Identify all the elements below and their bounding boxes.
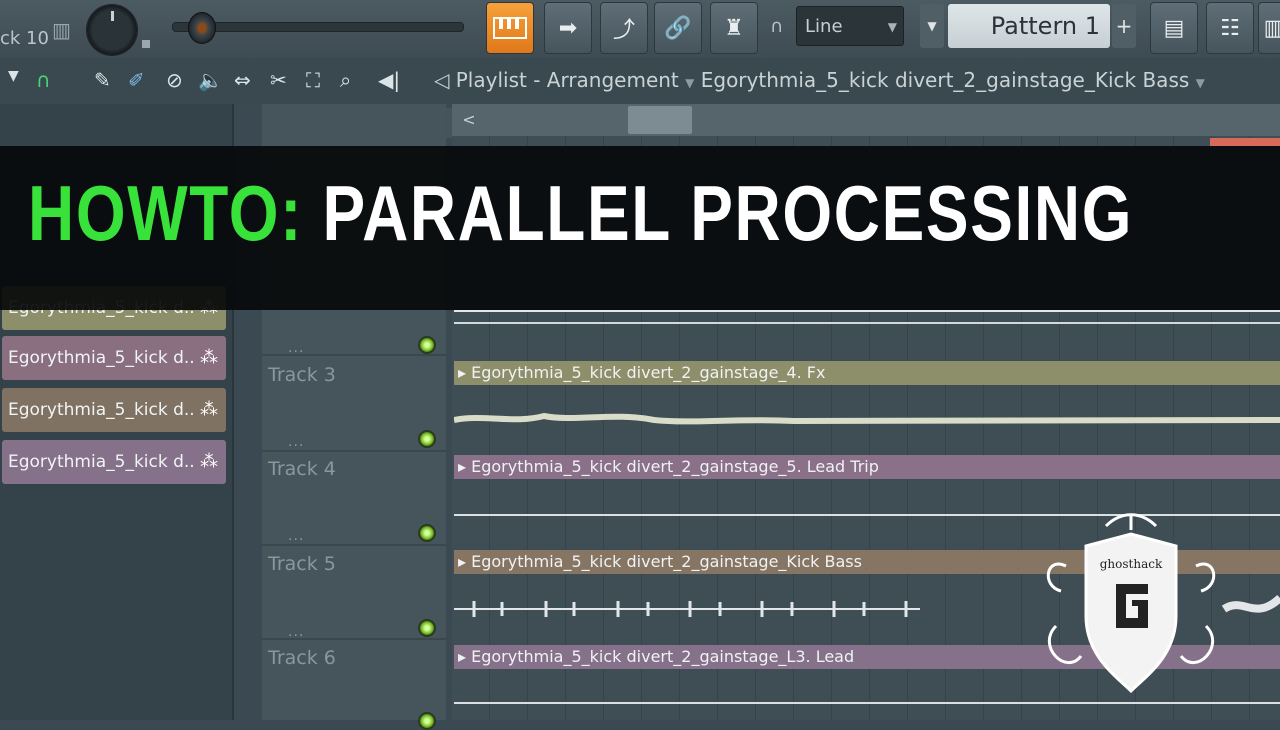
knob-indicator-icon bbox=[142, 40, 150, 48]
chevron-left-icon: < bbox=[462, 110, 476, 129]
breadcrumb: ◁ Playlist - Arrangement ▼ Egorythmia_5_… bbox=[434, 68, 1205, 92]
scrollbar-thumb[interactable] bbox=[628, 106, 692, 134]
playlist-clip[interactable]: ▸ Egorythmia_5_kick divert_2_gainstage_5… bbox=[454, 455, 1280, 479]
horizontal-scrollbar[interactable] bbox=[452, 104, 1280, 136]
arrow-right-icon: ➡ bbox=[558, 15, 578, 41]
chevron-down-icon: ▼ bbox=[1195, 76, 1205, 90]
curve-icon: ⤴ bbox=[612, 18, 635, 43]
chevron-down-icon: ▼ bbox=[927, 19, 937, 33]
clip-source-label: Egorythmia_5_kick d.. bbox=[8, 400, 195, 420]
track-divider bbox=[262, 544, 446, 546]
playlist-window-button[interactable]: ▤ bbox=[1150, 2, 1198, 54]
playback-icon[interactable]: ◀| bbox=[378, 68, 400, 92]
stamp-button[interactable]: ♜ bbox=[710, 2, 758, 54]
master-volume-knob[interactable] bbox=[86, 4, 138, 56]
track-enable-led[interactable] bbox=[418, 430, 436, 448]
clip-title: Egorythmia_5_kick divert_2_gainstage_5. … bbox=[471, 457, 879, 476]
delete-icon[interactable]: ⊘ bbox=[166, 68, 183, 92]
chevron-down-icon: ▼ bbox=[685, 76, 695, 90]
pattern-name: Pattern 1 bbox=[990, 12, 1100, 40]
banner-accent-text: HOWTO: bbox=[28, 169, 304, 257]
channel-rack-button[interactable]: ☷ bbox=[1206, 2, 1254, 54]
mixer-icon[interactable]: ▥ bbox=[52, 18, 71, 42]
pattern-menu-button[interactable]: ▼ bbox=[920, 4, 944, 48]
slip-icon[interactable]: ⇔ bbox=[234, 68, 251, 92]
mute-icon[interactable]: 🔈 bbox=[198, 68, 223, 92]
clip-menu-icon: ▸ bbox=[458, 647, 472, 666]
track-enable-led[interactable] bbox=[418, 619, 436, 637]
track-grip[interactable]: ... bbox=[288, 340, 304, 356]
stamp-icon: ♜ bbox=[724, 15, 744, 41]
add-pattern-button[interactable]: + bbox=[1112, 4, 1136, 48]
track-name[interactable]: Track 5 bbox=[268, 553, 336, 575]
piano-roll-snap-button[interactable] bbox=[486, 2, 534, 54]
mixer-bars-icon: ▥ bbox=[1263, 15, 1280, 41]
keyboard-icon bbox=[493, 17, 527, 39]
clip-title: Egorythmia_5_kick divert_2_gainstage_L3.… bbox=[471, 647, 855, 666]
logo-text: ghosthack bbox=[1100, 557, 1163, 571]
clip-title: Egorythmia_5_kick divert_2_gainstage_4. … bbox=[471, 363, 826, 382]
pattern-selector[interactable]: Pattern 1 bbox=[948, 4, 1110, 48]
chevron-down-icon: ▼ bbox=[887, 20, 897, 34]
link-button[interactable]: 🔗 bbox=[654, 2, 702, 54]
paint-icon[interactable]: ✐ bbox=[128, 68, 145, 92]
clip-waveform bbox=[454, 412, 1280, 425]
clip-source-item[interactable]: Egorythmia_5_kick d..⁂ bbox=[2, 388, 226, 432]
breadcrumb-pattern[interactable]: Egorythmia_5_kick divert_2_gainstage_Kic… bbox=[701, 68, 1190, 92]
pencil-icon[interactable]: ✎ bbox=[94, 68, 111, 92]
waveform-icon: ⁂ bbox=[200, 399, 218, 420]
waveform-icon: ⁂ bbox=[200, 347, 218, 368]
select-icon[interactable]: ⛶ bbox=[306, 68, 320, 92]
magnet-icon[interactable]: ∩ bbox=[770, 16, 783, 37]
snap-mode-select[interactable]: Line ▼ bbox=[796, 6, 904, 46]
channel-rack-icon: ☷ bbox=[1220, 15, 1240, 41]
playlist-icon: ▤ bbox=[1163, 15, 1185, 41]
speaker-icon: ◁ bbox=[434, 68, 450, 92]
clip-source-label: Egorythmia_5_kick d.. bbox=[8, 348, 195, 368]
snap-mode-value: Line bbox=[805, 16, 843, 37]
track-divider bbox=[262, 450, 446, 452]
banner-title: HOWTO: PARALLEL PROCESSING bbox=[28, 168, 1133, 259]
clip-title: Egorythmia_5_kick divert_2_gainstage_Kic… bbox=[471, 552, 862, 571]
clip-menu-icon: ▸ bbox=[458, 363, 472, 382]
slice-icon[interactable]: ✂ bbox=[270, 68, 287, 92]
menu-arrow-icon[interactable]: ▼ bbox=[8, 68, 19, 84]
track-grip[interactable]: ... bbox=[288, 434, 304, 450]
track-enable-led[interactable] bbox=[418, 336, 436, 354]
track-grip[interactable]: ... bbox=[288, 528, 304, 544]
zoom-icon[interactable]: ⌕ bbox=[340, 68, 351, 92]
track-name[interactable]: Track 3 bbox=[268, 364, 336, 386]
clip-source-item[interactable]: Egorythmia_5_kick d..⁂ bbox=[2, 336, 226, 380]
arrow-right-button[interactable]: ➡ bbox=[544, 2, 592, 54]
slider-handle[interactable] bbox=[188, 12, 216, 44]
banner-main-text: PARALLEL PROCESSING bbox=[322, 169, 1134, 257]
scroll-left-button[interactable]: < bbox=[456, 108, 482, 132]
clip-waveform bbox=[454, 322, 1280, 324]
clip-source-label: Egorythmia_5_kick d.. bbox=[8, 452, 195, 472]
track-enable-led[interactable] bbox=[418, 712, 436, 730]
track-name[interactable]: Track 6 bbox=[268, 647, 336, 669]
loop-marker[interactable] bbox=[1210, 138, 1280, 146]
waveform-icon: ⁂ bbox=[200, 451, 218, 472]
playlist-clip[interactable]: ▸ Egorythmia_5_kick divert_2_gainstage_4… bbox=[454, 361, 1280, 385]
breadcrumb-view[interactable]: Playlist - Arrangement bbox=[456, 68, 679, 92]
track-label: ck 10 bbox=[0, 28, 49, 49]
link-icon: 🔗 bbox=[664, 15, 692, 41]
track-enable-led[interactable] bbox=[418, 524, 436, 542]
clip-waveform bbox=[454, 310, 1280, 312]
track-name[interactable]: Track 4 bbox=[268, 458, 336, 480]
clip-source-item[interactable]: Egorythmia_5_kick d..⁂ bbox=[2, 440, 226, 484]
ghosthack-logo: ghosthack bbox=[1046, 513, 1216, 694]
clip-menu-icon: ▸ bbox=[458, 457, 472, 476]
track-grip[interactable]: ... bbox=[288, 624, 304, 640]
curve-tool-button[interactable]: ⤴ bbox=[600, 2, 648, 54]
mixer-button[interactable]: ▥ bbox=[1258, 2, 1280, 54]
magnet-snap-icon[interactable]: ∩ bbox=[36, 68, 51, 92]
clip-menu-icon: ▸ bbox=[458, 552, 472, 571]
